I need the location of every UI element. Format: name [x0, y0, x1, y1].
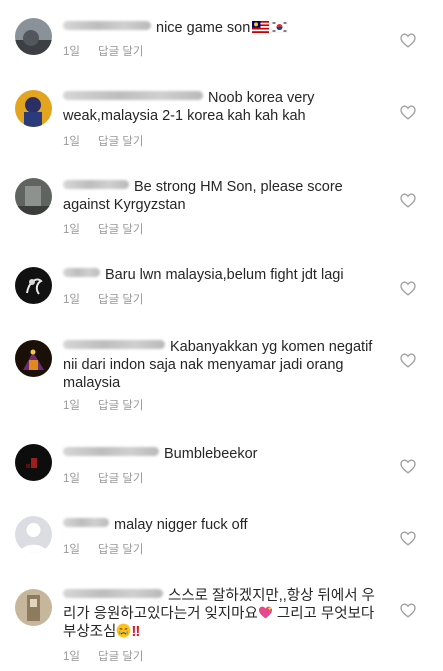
comment-time: 1일 [63, 46, 80, 58]
comment-text: Bumblebeekor [164, 446, 258, 462]
avatar[interactable] [15, 444, 52, 481]
comment-text: Baru lwn malaysia,belum fight jdt lagi [105, 267, 344, 283]
username[interactable] [63, 518, 109, 527]
comment-time: 1일 [63, 294, 80, 306]
reply-button[interactable]: 답글 달기 [98, 544, 144, 556]
avatar[interactable] [15, 18, 52, 55]
comment-time: 1일 [63, 400, 80, 412]
avatar[interactable] [15, 90, 52, 127]
malaysia-flag-icon [252, 21, 270, 33]
heart-outline-icon[interactable] [400, 281, 416, 296]
username[interactable] [63, 340, 165, 349]
comment-time: 1일 [63, 544, 80, 556]
username[interactable] [63, 589, 163, 598]
comment-time: 1일 [63, 651, 80, 663]
comment-time: 1일 [63, 136, 80, 148]
username[interactable] [63, 21, 151, 30]
username[interactable] [63, 447, 159, 456]
username[interactable] [63, 91, 203, 100]
avatar[interactable] [15, 178, 52, 215]
username[interactable] [63, 180, 129, 189]
comment-text: malay nigger fuck off [114, 517, 248, 533]
comment-text: nice game son [156, 20, 251, 36]
sparkling-heart-icon [258, 606, 272, 619]
heart-outline-icon[interactable] [400, 603, 416, 618]
avatar[interactable] [15, 589, 52, 626]
double-exclamation-mark: !! [131, 623, 140, 640]
comment-time: 1일 [63, 473, 80, 485]
crying-face-icon [117, 623, 131, 638]
heart-outline-icon[interactable] [400, 33, 416, 48]
reply-button[interactable]: 답글 달기 [98, 46, 144, 58]
korea-flag-icon [271, 21, 289, 33]
reply-button[interactable]: 답글 달기 [98, 473, 144, 485]
reply-button[interactable]: 답글 달기 [98, 651, 144, 663]
avatar[interactable] [15, 516, 52, 553]
heart-outline-icon[interactable] [400, 193, 416, 208]
avatar[interactable] [15, 340, 52, 377]
heart-outline-icon[interactable] [400, 353, 416, 368]
reply-button[interactable]: 답글 달기 [98, 400, 144, 412]
comment-time: 1일 [63, 224, 80, 236]
heart-outline-icon[interactable] [400, 459, 416, 474]
heart-outline-icon[interactable] [400, 105, 416, 120]
reply-button[interactable]: 답글 달기 [98, 294, 144, 306]
reply-button[interactable]: 답글 달기 [98, 224, 144, 236]
heart-outline-icon[interactable] [400, 531, 416, 546]
avatar[interactable] [15, 267, 52, 304]
reply-button[interactable]: 답글 달기 [98, 136, 144, 148]
username[interactable] [63, 268, 100, 277]
